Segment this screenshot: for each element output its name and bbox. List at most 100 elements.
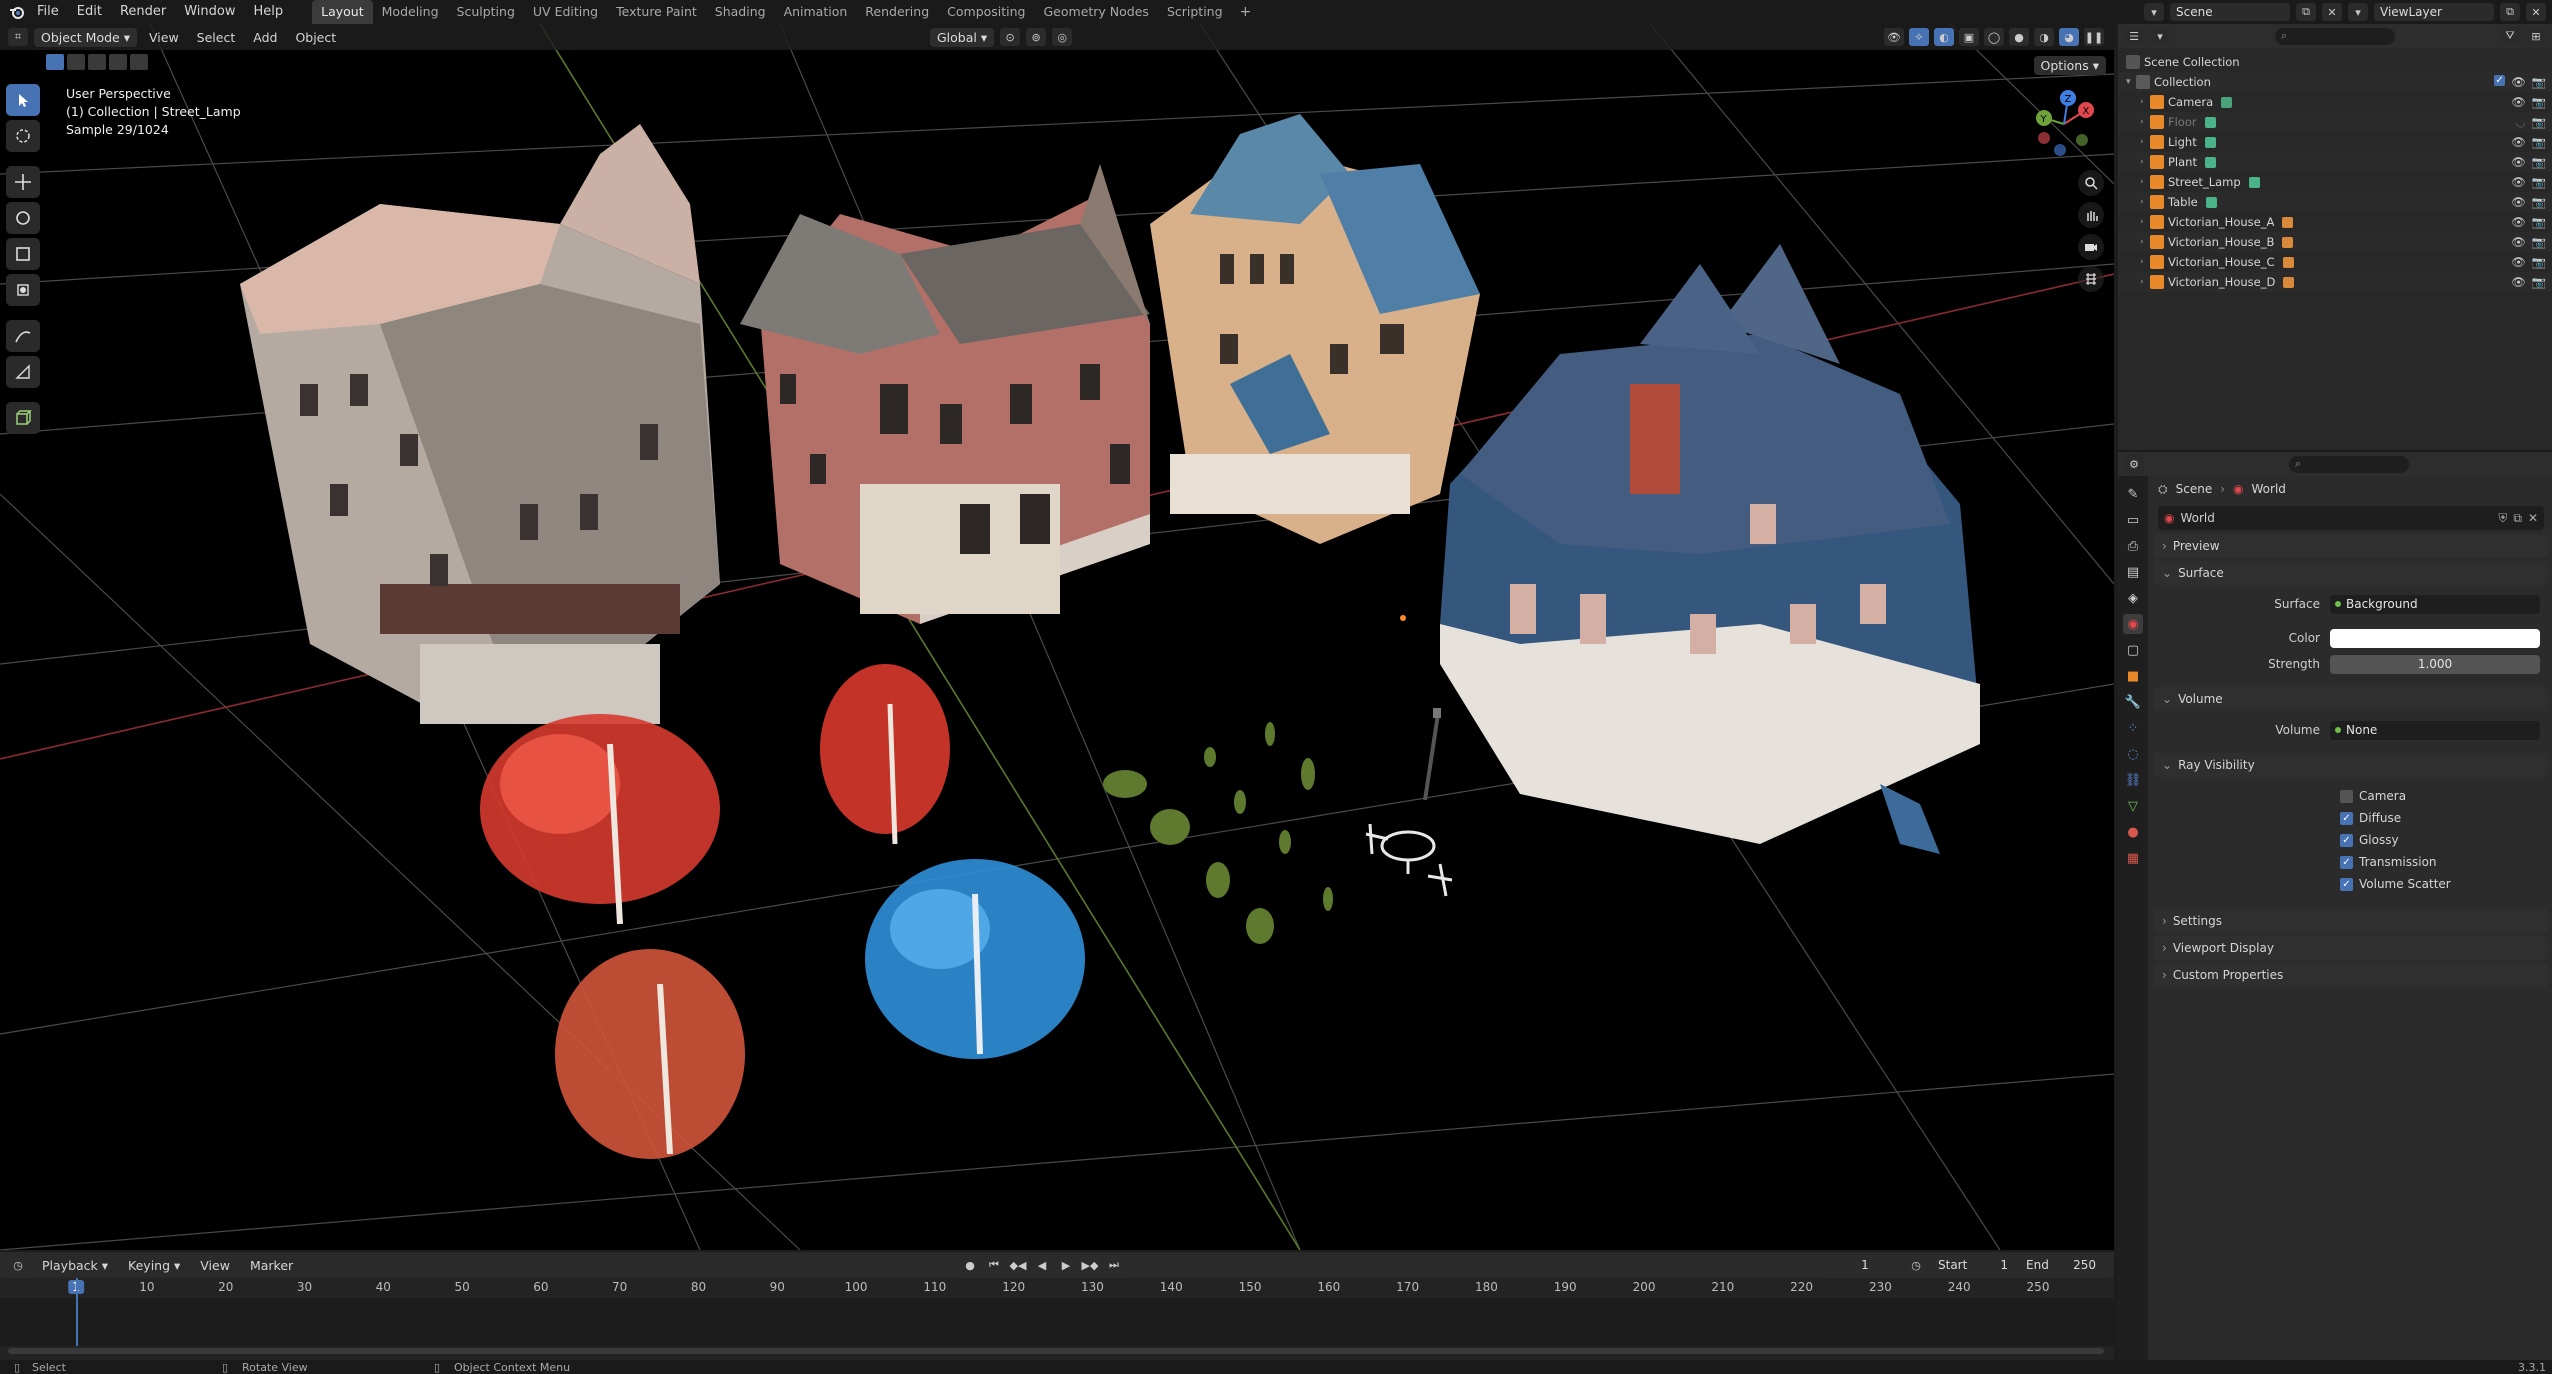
tab-compositing[interactable]: Compositing	[938, 0, 1034, 24]
tab-layout[interactable]: Layout	[312, 0, 373, 24]
data-tab-icon[interactable]: ▽	[2123, 796, 2143, 816]
render-camera-icon[interactable]: 📷	[2532, 215, 2546, 229]
mode-selector[interactable]: Object Mode ▾	[34, 27, 137, 47]
eye-icon[interactable]: 👁	[2511, 235, 2526, 249]
table-with-chairs[interactable]	[1365, 823, 1453, 897]
transform-orientation-dropdown[interactable]: Global ▾	[930, 27, 995, 47]
outliner-item[interactable]: › Plant 👁 📷	[2118, 152, 2552, 172]
constraints-tab-icon[interactable]: ⛓	[2123, 770, 2143, 790]
viewport-menu-add[interactable]: Add	[247, 30, 283, 45]
scale-tool-icon[interactable]	[6, 238, 40, 270]
eye-icon[interactable]: 👁	[2511, 275, 2526, 289]
jump-start-icon[interactable]: ⏮	[984, 1256, 1004, 1274]
world-tab-icon[interactable]: ◉	[2123, 614, 2143, 634]
duplicate-world-icon[interactable]: ⧉	[2513, 511, 2522, 526]
visibility-icon[interactable]: 👁	[1884, 28, 1904, 46]
move-tool-icon[interactable]	[6, 166, 40, 198]
outliner-item[interactable]: › Victorian_House_D 👁 📷	[2118, 272, 2552, 292]
ray-visibility-checkbox[interactable]: ✓	[2340, 855, 2353, 869]
render-camera-icon[interactable]: 📷	[2532, 195, 2546, 209]
preview-range-icon[interactable]: ◷	[1906, 1256, 1926, 1274]
eye-icon[interactable]: 👁	[2511, 255, 2526, 269]
render-camera-icon[interactable]: 📷	[2532, 115, 2546, 129]
output-tab-icon[interactable]: ⎙	[2123, 536, 2143, 556]
editor-type-icon[interactable]: ⌗	[8, 28, 28, 46]
outliner-item[interactable]: › Victorian_House_A 👁 📷	[2118, 212, 2552, 232]
eye-icon[interactable]: 👁	[2511, 155, 2526, 169]
delete-scene-icon[interactable]: ✕	[2322, 3, 2342, 21]
surface-panel-header[interactable]: ⌄ Surface	[2154, 561, 2548, 585]
options-dropdown[interactable]: Options ▾	[2033, 56, 2106, 75]
scene-selector-icon[interactable]: ▾	[2144, 3, 2164, 21]
new-viewlayer-icon[interactable]: ⧉	[2500, 3, 2520, 21]
menu-window[interactable]: Window	[175, 0, 244, 24]
select-mode-intersect-icon[interactable]	[130, 54, 148, 70]
expand-arrow-icon[interactable]: ›	[2140, 237, 2150, 247]
viewlayer-name-field[interactable]: ViewLayer	[2374, 3, 2494, 21]
viewport-display-panel-header[interactable]: › Viewport Display	[2154, 936, 2548, 960]
timeline-ruler[interactable]: 1102030405060708090100110120130140150160…	[0, 1278, 2114, 1346]
play-icon[interactable]: ▶	[1056, 1256, 1076, 1274]
world-datablock-selector[interactable]: ◉ World ⛨ ⧉ ✕	[2158, 506, 2544, 530]
view-layer-tab-icon[interactable]: ▤	[2123, 562, 2143, 582]
measure-tool-icon[interactable]	[6, 356, 40, 388]
outliner-item[interactable]: › Victorian_House_C 👁 📷	[2118, 252, 2552, 272]
color-swatch[interactable]	[2330, 628, 2540, 648]
particles-tab-icon[interactable]: ⁘	[2123, 718, 2143, 738]
unlink-world-icon[interactable]: ✕	[2528, 511, 2538, 525]
delete-viewlayer-icon[interactable]: ✕	[2526, 3, 2546, 21]
world-name[interactable]: World	[2180, 511, 2492, 525]
collection-row[interactable]: ▾ Collection ✓ 👁 📷	[2118, 72, 2552, 92]
strength-field[interactable]: 1.000	[2330, 654, 2540, 674]
expand-arrow-icon[interactable]: ›	[2140, 137, 2150, 147]
expand-arrow-icon[interactable]: ›	[2140, 197, 2150, 207]
scene-tab-icon[interactable]: ◈	[2123, 588, 2143, 608]
add-workspace-button[interactable]: +	[1232, 4, 1260, 20]
shading-wireframe-icon[interactable]: ◯	[1984, 28, 2004, 46]
cursor-tool-icon[interactable]	[6, 120, 40, 152]
render-camera-icon[interactable]: 📷	[2532, 235, 2546, 249]
menu-edit[interactable]: Edit	[68, 0, 111, 24]
tool-tab-icon[interactable]: ✎	[2123, 484, 2143, 504]
collection-exclude-checkbox[interactable]: ✓	[2494, 75, 2506, 86]
eye-icon[interactable]: 👁	[2511, 175, 2526, 189]
expand-arrow-icon[interactable]: ›	[2140, 157, 2150, 167]
navigation-gizmo[interactable]: X Y Z	[2024, 84, 2104, 168]
jump-end-icon[interactable]: ⏭	[1104, 1256, 1124, 1274]
gizmo-toggle-icon[interactable]: ⟡	[1909, 28, 1929, 46]
ray-visibility-panel-header[interactable]: ⌄ Ray Visibility	[2154, 753, 2548, 777]
ray-visibility-checkbox[interactable]: ✓	[2340, 811, 2353, 825]
preview-panel-header[interactable]: › Preview	[2154, 534, 2548, 558]
blender-logo-icon[interactable]	[6, 1, 28, 23]
surface-shader-field[interactable]: Background	[2330, 594, 2540, 614]
tab-uv-editing[interactable]: UV Editing	[524, 0, 607, 24]
tree-blue[interactable]	[865, 859, 1085, 1059]
render-camera-icon[interactable]: 📷	[2532, 155, 2546, 169]
settings-panel-header[interactable]: › Settings	[2154, 909, 2548, 933]
tab-rendering[interactable]: Rendering	[856, 0, 938, 24]
modifier-tab-icon[interactable]: 🔧	[2123, 692, 2143, 712]
select-mode-new-icon[interactable]	[46, 54, 64, 70]
current-frame-field[interactable]: 1	[1830, 1256, 1900, 1274]
new-scene-icon[interactable]: ⧉	[2296, 3, 2316, 21]
pan-hand-icon[interactable]	[2078, 202, 2104, 228]
timeline-menu-keying[interactable]: Keying ▾	[122, 1258, 186, 1273]
ray-visibility-checkbox[interactable]	[2340, 789, 2353, 803]
end-frame-field[interactable]: End 250	[2020, 1256, 2102, 1274]
collection-camera-icon[interactable]: 📷	[2532, 75, 2546, 89]
victorian-house-a[interactable]	[240, 124, 720, 724]
shading-material-icon[interactable]: ◑	[2034, 28, 2054, 46]
ray-visibility-checkbox[interactable]: ✓	[2340, 833, 2353, 847]
select-mode-extend-icon[interactable]	[67, 54, 85, 70]
render-camera-icon[interactable]: 📷	[2532, 135, 2546, 149]
custom-properties-panel-header[interactable]: › Custom Properties	[2154, 963, 2548, 987]
tab-scripting[interactable]: Scripting	[1158, 0, 1232, 24]
render-camera-icon[interactable]: 📷	[2532, 95, 2546, 109]
shading-rendered-icon[interactable]: ◕	[2059, 28, 2079, 46]
new-collection-icon[interactable]: ⊞	[2526, 27, 2546, 45]
expand-arrow-icon[interactable]: ›	[2140, 217, 2150, 227]
camera-view-icon[interactable]	[2078, 234, 2104, 260]
object-tab-icon[interactable]: ■	[2123, 666, 2143, 686]
viewport-menu-view[interactable]: View	[143, 30, 185, 45]
scene-name-field[interactable]: Scene	[2170, 3, 2290, 21]
